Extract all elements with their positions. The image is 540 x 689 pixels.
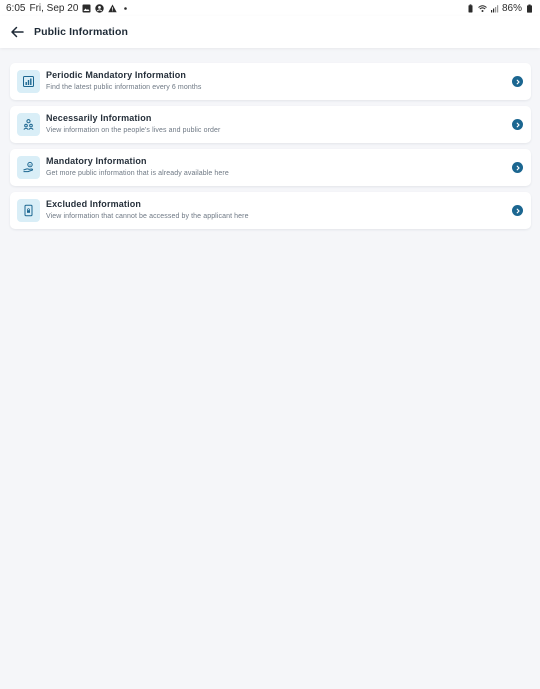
list-item-periodic-mandatory[interactable]: Periodic Mandatory Information Find the … xyxy=(10,63,531,100)
status-time: 6:05 xyxy=(6,2,26,14)
card-title: Excluded Information xyxy=(46,199,142,209)
card-title: Mandatory Information xyxy=(46,156,147,166)
chevron-right-icon[interactable] xyxy=(512,205,523,216)
chevron-right-icon[interactable] xyxy=(512,119,523,130)
battery-saver-icon xyxy=(466,3,475,13)
list-item-necessarily[interactable]: Necessarily Information View information… xyxy=(10,106,531,143)
hand-info-icon xyxy=(17,156,40,179)
card-description: View information on the people's lives a… xyxy=(46,127,221,134)
warning-notification-icon xyxy=(108,4,118,13)
list-item-excluded[interactable]: Excluded Information View information th… xyxy=(10,192,531,229)
arrow-left-icon xyxy=(11,26,24,38)
chart-report-icon xyxy=(17,70,40,93)
battery-icon xyxy=(525,4,534,13)
account-notification-icon xyxy=(95,3,105,13)
locked-document-icon xyxy=(17,199,40,222)
people-icon xyxy=(17,113,40,136)
status-bar: 6:05 Fri, Sep 20 86% xyxy=(0,0,540,16)
wifi-icon xyxy=(478,4,487,13)
battery-level: 86% xyxy=(501,2,522,14)
status-right: 86% xyxy=(466,3,534,14)
chevron-right-icon[interactable] xyxy=(512,162,523,173)
information-list: Periodic Mandatory Information Find the … xyxy=(10,63,531,235)
status-left: 6:05 Fri, Sep 20 xyxy=(6,3,130,14)
card-text: Mandatory Information Get more public in… xyxy=(46,156,229,179)
card-text: Periodic Mandatory Information Find the … xyxy=(46,70,201,93)
chevron-right-icon[interactable] xyxy=(512,76,523,87)
signal-icon xyxy=(490,4,499,13)
card-text: Necessarily Information View information… xyxy=(46,113,220,136)
card-title: Periodic Mandatory Information xyxy=(46,70,187,80)
card-title: Necessarily Information xyxy=(46,113,152,123)
card-description: Find the latest public information every… xyxy=(46,84,202,91)
list-item-mandatory[interactable]: Mandatory Information Get more public in… xyxy=(10,149,531,186)
card-text: Excluded Information View information th… xyxy=(46,199,249,222)
back-button[interactable] xyxy=(9,24,25,40)
page-title: Public Information xyxy=(34,26,128,38)
gallery-notification-icon xyxy=(82,4,91,13)
dot-icon xyxy=(121,4,130,13)
app-bar: Public Information xyxy=(0,16,540,48)
card-description: Get more public information that is alre… xyxy=(46,170,229,177)
status-date: Fri, Sep 20 xyxy=(29,2,79,14)
card-description: View information that cannot be accessed… xyxy=(46,213,249,220)
